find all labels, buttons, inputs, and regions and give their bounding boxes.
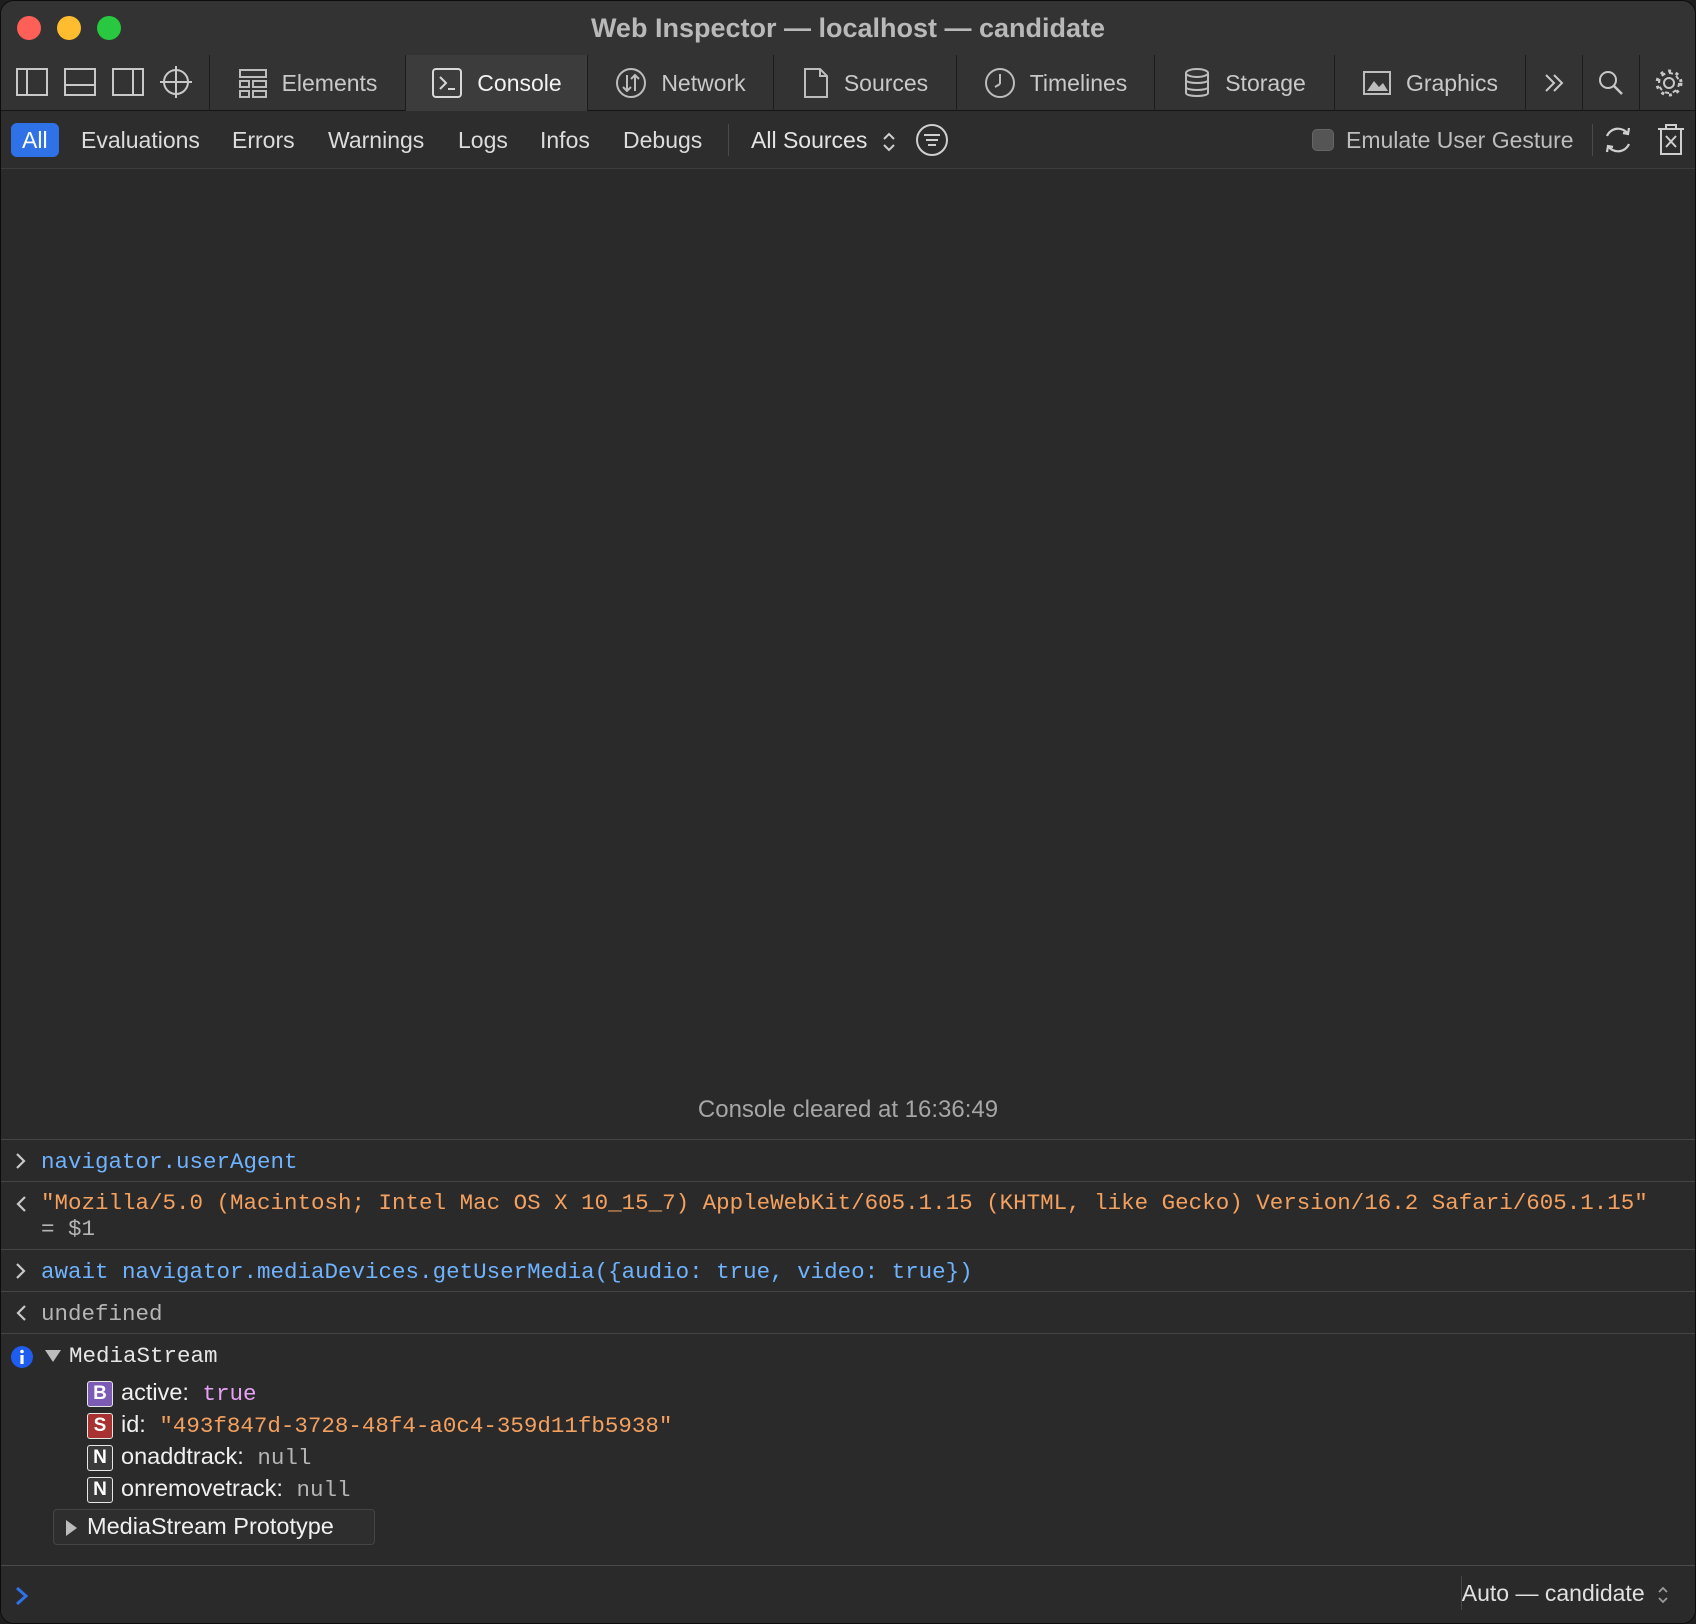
tab-label: Console <box>477 69 562 96</box>
reload-icon[interactable] <box>1601 123 1635 162</box>
console-icon <box>432 68 463 98</box>
chevron-right-icon <box>16 1263 26 1279</box>
disclosure-down-icon[interactable] <box>44 1348 62 1364</box>
tab-sources[interactable]: Sources <box>773 55 956 111</box>
chevron-left-icon <box>16 1196 26 1212</box>
gear-icon[interactable] <box>1639 55 1695 111</box>
console-prompt[interactable]: Auto — candidate <box>1 1565 1695 1623</box>
object-name[interactable]: MediaStream <box>69 1343 218 1369</box>
console-output-row[interactable]: undefined <box>1 1291 1695 1333</box>
property-value: true <box>202 1381 257 1407</box>
output-equals: = <box>41 1216 55 1242</box>
filter-all[interactable]: All <box>11 123 59 157</box>
elements-icon <box>238 69 267 98</box>
prototype-row[interactable]: MediaStream Prototype <box>53 1509 375 1545</box>
updown-chevron-icon <box>883 132 895 152</box>
property-key: active: <box>121 1379 189 1405</box>
updown-chevron-icon <box>1658 1586 1668 1604</box>
window-title: Web Inspector — localhost — candidate <box>590 13 1106 43</box>
property-value: null <box>257 1445 312 1471</box>
string-badge: S <box>87 1413 113 1440</box>
toolbar-separator <box>1592 124 1593 156</box>
filter-separator <box>728 124 729 156</box>
dock-right-icon[interactable] <box>111 67 147 99</box>
tab-timelines[interactable]: Timelines <box>956 55 1154 111</box>
emulate-user-gesture-checkbox[interactable] <box>1312 129 1334 151</box>
crosshair-icon[interactable] <box>159 65 195 98</box>
tab-label: Timelines <box>1029 69 1128 96</box>
tab-label: Storage <box>1225 69 1306 96</box>
network-icon <box>616 68 647 98</box>
tab-label: Sources <box>843 69 929 96</box>
prompt-chevron-icon <box>16 1586 29 1606</box>
property-key: onaddtrack: <box>121 1443 244 1469</box>
sources-select-value: All Sources <box>751 127 868 153</box>
filter-infos[interactable]: Infos <box>540 123 590 157</box>
property-key: id: <box>121 1411 146 1437</box>
emulate-user-gesture-label: Emulate User Gesture <box>1346 127 1574 153</box>
chevron-left-icon <box>16 1305 26 1321</box>
filter-options-icon[interactable] <box>915 123 949 162</box>
execution-context-select[interactable]: Auto — candidate <box>1462 1580 1669 1607</box>
console-input-row[interactable]: navigator.userAgent <box>1 1139 1695 1181</box>
tab-network[interactable]: Network <box>587 55 773 111</box>
property-value: null <box>296 1477 351 1503</box>
input-code: navigator.userAgent <box>41 1149 298 1175</box>
clear-console-icon[interactable] <box>1656 123 1686 162</box>
sources-icon <box>803 68 828 98</box>
timelines-icon <box>984 68 1015 98</box>
tab-graphics[interactable]: Graphics <box>1334 55 1525 111</box>
info-icon <box>11 1346 33 1368</box>
disclosure-right-icon <box>66 1520 77 1536</box>
input-code: await navigator.mediaDevices.getUserMedi… <box>41 1259 973 1285</box>
tab-bar: Elements Console Network Sources Timelin… <box>1 55 1695 111</box>
title-bar: Web Inspector — localhost — candidate <box>1 1 1695 55</box>
property-onremovetrack: Nonremovetrack: null <box>87 1472 350 1504</box>
console-input-row[interactable]: await navigator.mediaDevices.getUserMedi… <box>1 1249 1695 1291</box>
chevron-right-icon <box>16 1153 26 1169</box>
output-variable: $1 <box>68 1216 96 1242</box>
console-output-row[interactable]: "Mozilla/5.0 (Macintosh; Intel Mac OS X … <box>1 1181 1695 1249</box>
tab-label: Graphics <box>1405 69 1499 96</box>
null-badge: N <box>87 1445 113 1472</box>
boolean-badge: B <box>87 1381 113 1408</box>
filter-debugs[interactable]: Debugs <box>623 123 702 157</box>
sources-select[interactable]: All Sources <box>751 123 896 157</box>
tab-label: Elements <box>281 69 378 96</box>
search-icon[interactable] <box>1582 55 1639 111</box>
web-inspector-window: Web Inspector — localhost — candidate El… <box>0 0 1696 1624</box>
tab-elements[interactable]: Elements <box>209 55 405 111</box>
console-object-row: MediaStream Bactive: true Sid: "493f847d… <box>1 1333 1695 1565</box>
null-badge: N <box>87 1477 113 1504</box>
property-active: Bactive: true <box>87 1376 256 1408</box>
storage-icon <box>1185 68 1210 97</box>
tab-label: Network <box>661 69 746 96</box>
console-cleared-message: Console cleared at 16:36:49 <box>697 1096 999 1123</box>
output-value: "Mozilla/5.0 (Macintosh; Intel Mac OS X … <box>41 1190 1671 1242</box>
filter-logs[interactable]: Logs <box>458 123 508 157</box>
tab-console[interactable]: Console <box>405 55 587 111</box>
execution-context-value: Auto — candidate <box>1461 1580 1645 1606</box>
property-id: Sid: "493f847d-3728-48f4-a0c4-359d11fb59… <box>87 1408 672 1440</box>
property-value: "493f847d-3728-48f4-a0c4-359d11fb5938" <box>159 1413 673 1439</box>
graphics-icon <box>1362 71 1391 95</box>
console-filter-bar: All Evaluations Errors Warnings Logs Inf… <box>1 111 1695 169</box>
output-undefined: undefined <box>41 1301 163 1327</box>
dock-bottom-icon[interactable] <box>63 67 99 99</box>
dock-left-icon[interactable] <box>15 67 51 99</box>
filter-evaluations[interactable]: Evaluations <box>81 123 200 157</box>
more-tabs-icon[interactable] <box>1525 55 1582 111</box>
property-onaddtrack: Nonaddtrack: null <box>87 1440 311 1472</box>
prototype-label: MediaStream Prototype <box>87 1513 334 1539</box>
property-key: onremovetrack: <box>121 1475 283 1501</box>
output-string: "Mozilla/5.0 (Macintosh; Intel Mac OS X … <box>41 1190 1648 1216</box>
filter-warnings[interactable]: Warnings <box>328 123 424 157</box>
tab-storage[interactable]: Storage <box>1154 55 1334 111</box>
filter-errors[interactable]: Errors <box>232 123 295 157</box>
